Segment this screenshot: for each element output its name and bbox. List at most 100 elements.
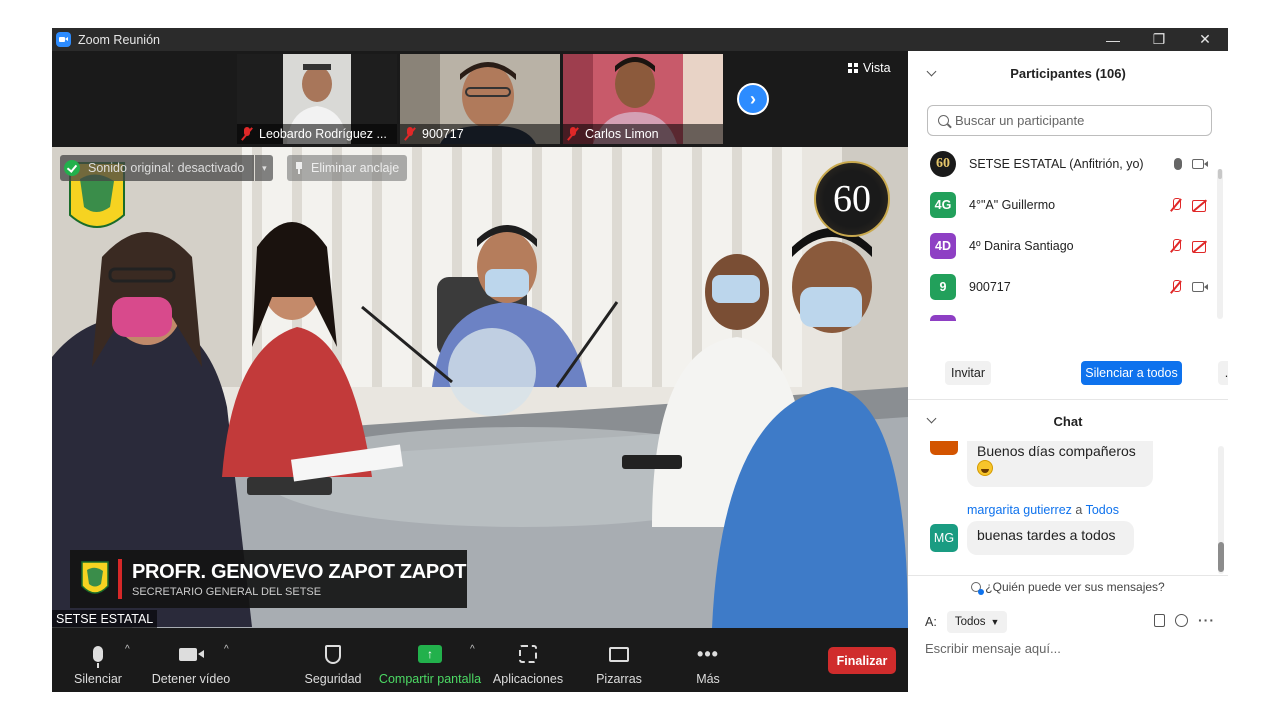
recipient-value: Todos (954, 616, 986, 628)
participant-name: SETSE ESTATAL (Anfitrión, yo) (969, 156, 1144, 171)
grid-view-icon (848, 63, 858, 73)
video-thumbnail[interactable]: Leobardo Rodríguez ... (237, 54, 397, 144)
message-sender: margarita gutierrez a Todos (967, 503, 1119, 517)
whiteboards-button[interactable]: Pizarras (592, 628, 646, 692)
security-shield-icon (64, 160, 80, 176)
chat-message[interactable]: buenas tardes a todos (967, 521, 1134, 555)
stop-video-label: Detener vídeo (151, 672, 231, 686)
more-options-button[interactable]: ... (1218, 361, 1228, 385)
emoji-icon[interactable] (1175, 613, 1188, 627)
view-button[interactable]: Vista (848, 61, 891, 75)
window-title: Zoom Reunión (78, 32, 160, 47)
mute-button[interactable]: Silenciar (70, 628, 126, 692)
speaker-info: PROFR. GENOVEVO ZAPOT ZAPOT SECRETARIO G… (132, 561, 466, 598)
more-button[interactable]: ••• Más (688, 628, 728, 692)
chat-scrollbar[interactable] (1218, 446, 1224, 574)
window-controls: — ❐ ✕ (1090, 28, 1228, 51)
sender-name[interactable]: margarita gutierrez (967, 503, 1072, 517)
thumbnail-label: 900717 (400, 124, 560, 144)
participant-name: 4º Danira Santiago (969, 238, 1074, 253)
setse-emblem-icon (81, 561, 109, 594)
title-bar: Zoom Reunión — ❐ ✕ (52, 28, 1228, 51)
apps-button[interactable]: Aplicaciones (492, 628, 564, 692)
close-button[interactable]: ✕ (1182, 28, 1228, 51)
original-sound-dropdown[interactable]: ▾ (255, 155, 274, 181)
video-camera-icon[interactable] (1192, 158, 1208, 169)
more-dots-icon[interactable]: ··· (1198, 612, 1215, 628)
mic-muted-icon (241, 127, 253, 141)
mute-label: Silenciar (74, 672, 122, 686)
who-can-see-label: ¿Quién puede ver sus mensajes? (985, 579, 1165, 594)
collapse-participants-icon[interactable] (926, 66, 937, 77)
avatar: MG (930, 524, 958, 552)
thumbnail-label: Carlos Limon (563, 124, 723, 144)
participant-row[interactable]: 60 SETSE ESTATAL (Anfitrión, yo) (908, 143, 1218, 184)
participant-search-input[interactable]: Buscar un participante (927, 105, 1212, 136)
chat-title: Chat (1053, 413, 1083, 429)
avatar (930, 314, 956, 321)
meeting-toolbar: Silenciar ^ Detener vídeo ^ Seguridad ↑ … (52, 628, 908, 692)
microphone-icon[interactable] (1174, 157, 1182, 170)
active-speaker-label: SETSE ESTATAL (52, 610, 158, 628)
participant-list: 60 SETSE ESTATAL (Anfitrión, yo) 4G 4°"A… (908, 143, 1228, 321)
invite-button[interactable]: Invitar (945, 361, 991, 385)
original-sound-button[interactable]: Sonido original: desactivado (60, 155, 255, 181)
whiteboard-icon (609, 646, 629, 662)
recipient-name[interactable]: Todos (1086, 503, 1119, 517)
participant-name: Leobardo Rodríguez ... (259, 127, 387, 141)
sender-connector: a (1075, 503, 1083, 517)
video-options-caret[interactable]: ^ (224, 644, 229, 655)
video-thumbnail[interactable]: 900717 (400, 54, 560, 144)
recipient-select[interactable]: Todos ▼ (946, 611, 1008, 633)
mic-muted-icon[interactable] (1170, 238, 1182, 253)
chat-message[interactable]: Buenos días compañeros (967, 441, 1153, 487)
minimize-button[interactable]: — (1090, 28, 1136, 51)
mic-muted-icon (404, 127, 416, 141)
video-off-icon[interactable] (1192, 199, 1208, 212)
more-dots-icon: ••• (697, 643, 719, 664)
file-icon[interactable] (1154, 613, 1165, 627)
participant-row[interactable] (908, 307, 1218, 321)
avatar (930, 441, 958, 455)
share-screen-button[interactable]: ↑ Compartir pantalla (378, 628, 482, 692)
participant-row[interactable]: 9 900717 (908, 266, 1218, 307)
who-can-see-link[interactable]: ¿Quién puede ver sus mensajes? (908, 575, 1228, 597)
unpin-label: Eliminar anclaje (311, 161, 400, 175)
restore-button[interactable]: ❐ (1136, 28, 1182, 51)
share-screen-label: Compartir pantalla (378, 672, 482, 686)
speaker-name: PROFR. GENOVEVO ZAPOT ZAPOT (132, 560, 467, 583)
chat-header: Chat (908, 401, 1228, 441)
end-meeting-button[interactable]: Finalizar (828, 647, 896, 674)
original-sound-toggle: Sonido original: desactivado ▾ (60, 155, 274, 181)
visibility-icon (971, 581, 985, 595)
chat-messages: Buenos días compañeros margarita gutierr… (908, 441, 1228, 571)
participants-scrollbar[interactable] (1217, 169, 1223, 319)
video-thumbnail[interactable]: Carlos Limon (563, 54, 723, 144)
collapse-chat-icon[interactable] (926, 413, 937, 424)
more-label: Más (696, 672, 720, 686)
video-camera-icon[interactable] (1192, 281, 1208, 292)
participant-row[interactable]: 4D 4º Danira Santiago (908, 225, 1218, 266)
mic-muted-icon[interactable] (1170, 279, 1182, 294)
grinning-emoji-icon (977, 460, 993, 477)
unpin-button[interactable]: Eliminar anclaje (287, 155, 408, 181)
mic-muted-icon[interactable] (1170, 197, 1182, 212)
message-text: Buenos días compañeros (977, 443, 1136, 459)
video-off-icon[interactable] (1192, 240, 1208, 253)
next-page-button[interactable]: › (737, 83, 769, 115)
message-input[interactable]: Escribir mensaje aquí... (925, 641, 1215, 661)
badge-number: 60 (833, 178, 871, 220)
participant-name: 4°"A" Guillermo (969, 197, 1056, 212)
audio-options-caret[interactable]: ^ (125, 644, 130, 655)
avatar: 4G (930, 191, 956, 218)
participants-header: Participantes (106) (908, 51, 1228, 95)
participant-name: 900717 (969, 279, 1011, 294)
security-button[interactable]: Seguridad (302, 628, 364, 692)
participant-row[interactable]: 4G 4°"A" Guillermo (908, 184, 1218, 225)
thumbnail-label: Leobardo Rodríguez ... (237, 124, 397, 144)
stop-video-button[interactable]: Detener vídeo (150, 628, 232, 692)
zoom-logo-icon (56, 32, 71, 47)
mute-all-button[interactable]: Silenciar a todos (1081, 361, 1182, 385)
share-options-caret[interactable]: ^ (470, 644, 475, 655)
mic-muted-icon (567, 127, 579, 141)
